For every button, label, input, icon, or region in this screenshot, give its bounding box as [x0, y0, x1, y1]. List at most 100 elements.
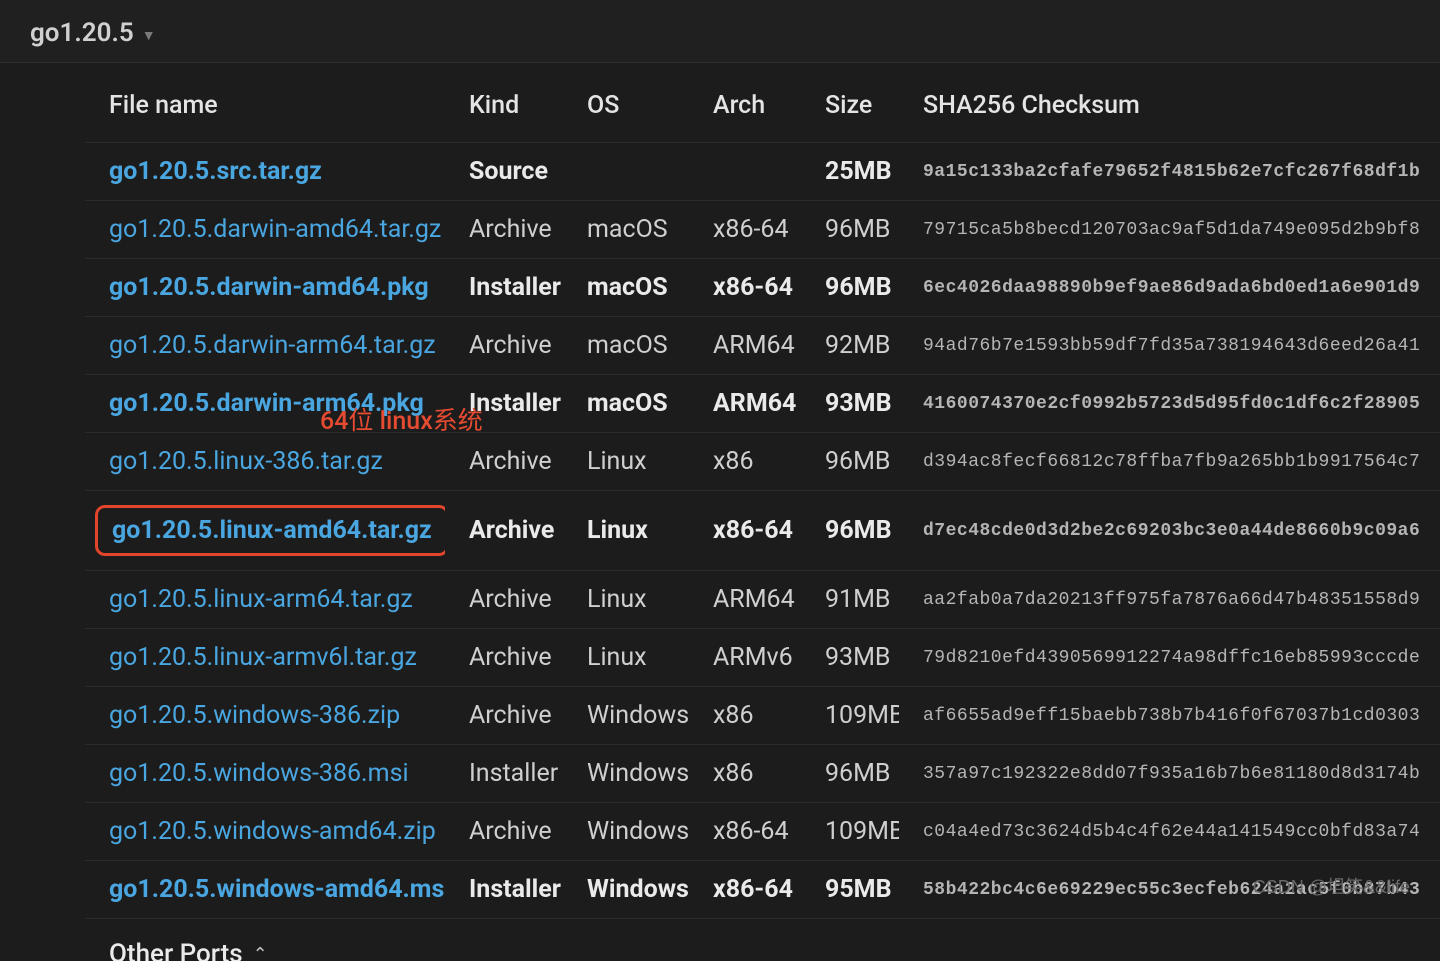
col-size: Size [801, 81, 899, 143]
filename-cell: go1.20.5.linux-386.tar.gz [85, 433, 445, 491]
download-link[interactable]: go1.20.5.darwin-amd64.pkg [109, 273, 429, 302]
other-ports-label: Other Ports [109, 939, 243, 961]
sha-cell: 4160074370e2cf0992b5723d5d95fd0c1df6c2f2… [899, 375, 1440, 433]
kind-cell: Source [445, 143, 563, 201]
table-row: go1.20.5.linux-arm64.tar.gz ArchiveLinuxA… [85, 571, 1440, 629]
col-arch: Arch [689, 81, 801, 143]
download-link[interactable]: go1.20.5.linux-386.tar.gz [109, 447, 383, 476]
kind-cell: Archive [445, 433, 563, 491]
other-ports-toggle[interactable]: Other Ports ⌃ [85, 918, 1440, 961]
table-row: go1.20.5.windows-amd64.msiInstallerWindo… [85, 861, 1440, 919]
kind-cell: Installer [445, 745, 563, 803]
filename-cell: go1.20.5.darwin-amd64.tar.gz [85, 201, 445, 259]
os-cell: macOS [563, 201, 689, 259]
kind-cell: Archive [445, 571, 563, 629]
filename-cell: go1.20.5.windows-amd64.msi [85, 861, 445, 919]
size-cell: 96MB [801, 433, 899, 491]
download-link[interactable]: go1.20.5.linux-arm64.tar.gz [109, 585, 413, 614]
kind-cell: Installer [445, 861, 563, 919]
download-link[interactable]: go1.20.5.windows-386.zip [109, 701, 400, 730]
header-row: File name Kind OS Arch Size SHA256 Check… [85, 81, 1440, 143]
table-row: go1.20.5.linux-amd64.tar.gzArchiveLinuxx… [85, 491, 1440, 571]
os-cell: macOS [563, 259, 689, 317]
kind-cell: Archive [445, 201, 563, 259]
os-cell: Windows [563, 745, 689, 803]
download-link[interactable]: go1.20.5.windows-386.msi [109, 759, 409, 788]
sha-cell: c04a4ed73c3624d5b4c4f62e44a141549cc0bfd8… [899, 803, 1440, 861]
size-cell: 91MB [801, 571, 899, 629]
sha-cell: d394ac8fecf66812c78ffba7fb9a265bb1b99175… [899, 433, 1440, 491]
col-sha: SHA256 Checksum [899, 81, 1440, 143]
size-cell: 96MB [801, 259, 899, 317]
sha-cell: 9a15c133ba2cfafe79652f4815b62e7cfc267f68… [899, 143, 1440, 201]
download-link[interactable]: go1.20.5.darwin-arm64.pkg [109, 389, 424, 418]
table-row: go1.20.5.linux-armv6l.tar.gz ArchiveLinux… [85, 629, 1440, 687]
size-cell: 95MB [801, 861, 899, 919]
os-cell: Linux [563, 491, 689, 571]
kind-cell: Archive [445, 803, 563, 861]
arch-cell: x86 [689, 687, 801, 745]
download-link[interactable]: go1.20.5.darwin-amd64.tar.gz [109, 215, 441, 244]
kind-cell: Archive [445, 629, 563, 687]
size-cell: 96MB [801, 745, 899, 803]
col-filename: File name [85, 81, 445, 143]
os-cell: macOS [563, 375, 689, 433]
os-cell: Windows [563, 803, 689, 861]
download-link[interactable]: go1.20.5.linux-amd64.tar.gz [112, 516, 432, 545]
table-row: go1.20.5.darwin-amd64.pkgInstallermacOSx… [85, 259, 1440, 317]
downloads-table: File name Kind OS Arch Size SHA256 Check… [85, 81, 1440, 918]
download-link[interactable]: go1.20.5.windows-amd64.msi [109, 875, 445, 904]
download-link[interactable]: go1.20.5.darwin-arm64.tar.gz [109, 331, 436, 360]
arch-cell: x86 [689, 433, 801, 491]
table-row: go1.20.5.windows-386.msi InstallerWindows… [85, 745, 1440, 803]
arch-cell: x86-64 [689, 803, 801, 861]
arch-cell: ARMv6 [689, 629, 801, 687]
table-row: go1.20.5.linux-386.tar.gz ArchiveLinuxx86… [85, 433, 1440, 491]
kind-cell: Installer [445, 375, 563, 433]
os-cell: Linux [563, 571, 689, 629]
sha-cell: 79d8210efd4390569912274a98dffc16eb85993c… [899, 629, 1440, 687]
size-cell: 109MB [801, 803, 899, 861]
highlight-box: go1.20.5.linux-amd64.tar.gz [95, 505, 445, 556]
os-cell: macOS [563, 317, 689, 375]
sha-cell: d7ec48cde0d3d2be2c69203bc3e0a44de8660b9c… [899, 491, 1440, 571]
filename-cell: go1.20.5.linux-amd64.tar.gz [85, 491, 445, 571]
sha-cell: 357a97c192322e8dd07f935a16b7b6e81180d8d3… [899, 745, 1440, 803]
chevron-down-icon: ▼ [142, 27, 156, 44]
downloads-table-wrap: 64位 linux系统 File name Kind OS Arch Size … [0, 63, 1440, 961]
os-cell: Windows [563, 687, 689, 745]
arch-cell: x86-64 [689, 259, 801, 317]
arch-cell: x86-64 [689, 861, 801, 919]
size-cell: 96MB [801, 201, 899, 259]
arch-cell: ARM64 [689, 375, 801, 433]
sha-cell: 79715ca5b8becd120703ac9af5d1da749e095d2b… [899, 201, 1440, 259]
table-row: go1.20.5.src.tar.gzSource25MB9a15c133ba2… [85, 143, 1440, 201]
size-cell: 93MB [801, 375, 899, 433]
size-cell: 96MB [801, 491, 899, 571]
kind-cell: Archive [445, 687, 563, 745]
filename-cell: go1.20.5.darwin-arm64.pkg [85, 375, 445, 433]
filename-cell: go1.20.5.linux-armv6l.tar.gz [85, 629, 445, 687]
download-link[interactable]: go1.20.5.linux-armv6l.tar.gz [109, 643, 417, 672]
version-dropdown[interactable]: go1.20.5 ▼ [0, 0, 1440, 63]
table-row: go1.20.5.windows-amd64.zip ArchiveWindows… [85, 803, 1440, 861]
sha-cell: 6ec4026daa98890b9ef9ae86d9ada6bd0ed1a6e9… [899, 259, 1440, 317]
chevron-up-icon: ⌃ [253, 944, 268, 961]
filename-cell: go1.20.5.src.tar.gz [85, 143, 445, 201]
os-cell: Linux [563, 629, 689, 687]
arch-cell: x86-64 [689, 201, 801, 259]
download-link[interactable]: go1.20.5.windows-amd64.zip [109, 817, 436, 846]
download-link[interactable]: go1.20.5.src.tar.gz [109, 157, 322, 186]
size-cell: 93MB [801, 629, 899, 687]
arch-cell: ARM64 [689, 571, 801, 629]
version-label: go1.20.5 [30, 18, 134, 48]
os-cell: Linux [563, 433, 689, 491]
sha-cell: 94ad76b7e1593bb59df7fd35a738194643d6eed2… [899, 317, 1440, 375]
size-cell: 109MB [801, 687, 899, 745]
table-row: go1.20.5.darwin-arm64.pkg InstallermacOSA… [85, 375, 1440, 433]
arch-cell: x86-64 [689, 491, 801, 571]
table-row: go1.20.5.windows-386.zip ArchiveWindowsx8… [85, 687, 1440, 745]
os-cell [563, 143, 689, 201]
arch-cell: ARM64 [689, 317, 801, 375]
filename-cell: go1.20.5.linux-arm64.tar.gz [85, 571, 445, 629]
